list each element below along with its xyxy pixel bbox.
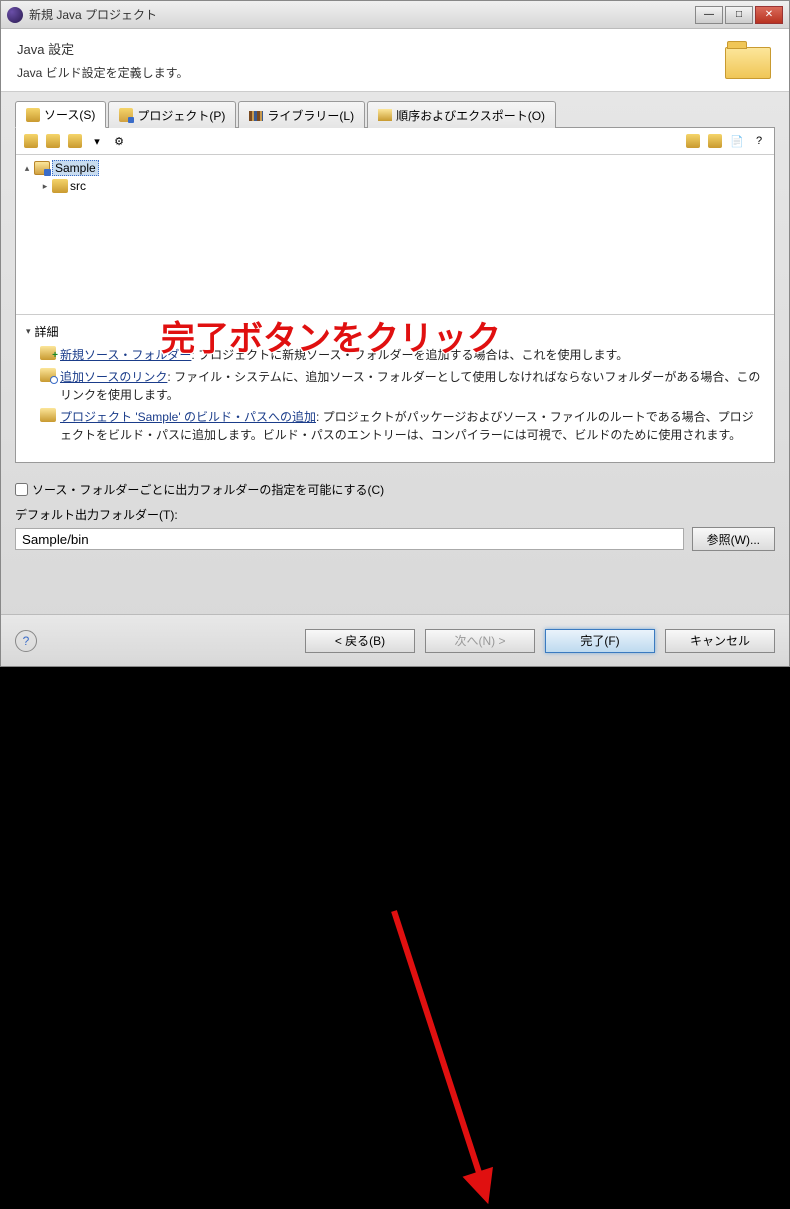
detail-link-add-buildpath: プロジェクト 'Sample' のビルド・パスへの追加: プロジェクトがパッケー… xyxy=(40,408,764,444)
folder-icon xyxy=(24,134,38,148)
maximize-button[interactable]: □ xyxy=(725,6,753,24)
details-section: ▾ 詳細 新規ソース・フォルダー: プロジェクトに新規ソース・フォルダーを追加す… xyxy=(16,314,774,462)
collapse-icon[interactable]: ▴ xyxy=(22,163,32,174)
back-button[interactable]: < 戻る(B) xyxy=(305,629,415,653)
new-folder-button[interactable] xyxy=(22,132,40,150)
link-add-to-buildpath[interactable]: プロジェクト 'Sample' のビルド・パスへの追加 xyxy=(60,410,316,424)
project-label: Sample xyxy=(52,160,99,176)
per-source-output-checkbox[interactable] xyxy=(15,483,28,496)
expand-icon xyxy=(686,134,700,148)
dialog-window: 新規 Java プロジェクト — □ ✕ Java 設定 Java ビルド設定を… xyxy=(0,0,790,667)
per-source-output-label: ソース・フォルダーごとに出力フォルダーの指定を可能にする(C) xyxy=(32,481,384,498)
edit-button[interactable] xyxy=(66,132,84,150)
details-header[interactable]: ▾ 詳細 xyxy=(26,323,764,340)
browse-button[interactable]: 参照(W)... xyxy=(692,527,775,551)
tab-projects[interactable]: プロジェクト(P) xyxy=(108,101,236,128)
expand-icon[interactable]: ▸ xyxy=(40,181,50,192)
tab-label: ライブラリー(L) xyxy=(267,107,354,124)
tab-label: ソース(S) xyxy=(44,106,95,123)
next-button[interactable]: 次へ(N) > xyxy=(425,629,535,653)
close-button[interactable]: ✕ xyxy=(755,6,783,24)
wizard-footer: ? < 戻る(B) 次へ(N) > 完了(F) キャンセル xyxy=(1,614,789,666)
detail-link-add-source: 追加ソースのリンク: ファイル・システムに、追加ソース・フォルダーとして使用しな… xyxy=(40,368,764,404)
wizard-header: Java 設定 Java ビルド設定を定義します。 xyxy=(1,29,789,92)
src-label: src xyxy=(70,179,86,193)
order-icon xyxy=(378,109,392,121)
src-folder-icon xyxy=(52,179,68,193)
collapse-icon: ▾ xyxy=(26,326,31,337)
expand-button[interactable] xyxy=(684,132,702,150)
page-desc: Java ビルド設定を定義します。 xyxy=(17,64,725,81)
minimize-button[interactable]: — xyxy=(695,6,723,24)
wizard-body: ソース(S) プロジェクト(P) ライブラリー(L) 順序およびエクスポート(O… xyxy=(1,92,789,471)
window-title: 新規 Java プロジェクト xyxy=(29,6,695,23)
tree-project[interactable]: ▴ Sample xyxy=(22,159,768,177)
lower-section: ソース・フォルダーごとに出力フォルダーの指定を可能にする(C) デフォルト出力フ… xyxy=(1,471,789,561)
titlebar: 新規 Java プロジェクト — □ ✕ xyxy=(1,1,789,29)
edit-icon xyxy=(68,134,82,148)
collapse-button[interactable] xyxy=(706,132,724,150)
link-add-source-link[interactable]: 追加ソースのリンク xyxy=(60,370,167,384)
link-folder-button[interactable] xyxy=(44,132,62,150)
project-icon xyxy=(34,161,50,175)
tab-source[interactable]: ソース(S) xyxy=(15,101,106,128)
output-button[interactable]: ⚙ xyxy=(110,132,128,150)
buildpath-icon xyxy=(40,408,56,422)
tab-order[interactable]: 順序およびエクスポート(O) xyxy=(367,101,556,128)
default-output-field[interactable] xyxy=(15,528,684,550)
folder-icon xyxy=(725,39,773,79)
link-folder-icon xyxy=(46,134,60,148)
new-source-icon xyxy=(40,346,56,360)
eclipse-icon xyxy=(7,7,23,23)
tabs: ソース(S) プロジェクト(P) ライブラリー(L) 順序およびエクスポート(O… xyxy=(15,100,775,128)
tab-label: 順序およびエクスポート(O) xyxy=(396,107,545,124)
cancel-button[interactable]: キャンセル xyxy=(665,629,775,653)
source-icon xyxy=(26,108,40,122)
tab-panel: ▾ ⚙ 📄 ? ▴ Sample ▸ src xyxy=(15,128,775,463)
page-title: Java 設定 xyxy=(17,39,725,58)
help-icon[interactable]: ? xyxy=(15,630,37,652)
libraries-icon xyxy=(249,111,263,121)
source-tree[interactable]: ▴ Sample ▸ src xyxy=(16,154,774,314)
projects-icon xyxy=(119,108,133,122)
tab-label: プロジェクト(P) xyxy=(137,107,225,124)
window-buttons: — □ ✕ xyxy=(695,6,783,24)
finish-button[interactable]: 完了(F) xyxy=(545,629,655,653)
filter-button[interactable]: ▾ xyxy=(88,132,106,150)
toolbar: ▾ ⚙ 📄 ? xyxy=(16,128,774,154)
default-output-label: デフォルト出力フォルダー(T): xyxy=(15,506,775,523)
link-new-source-folder[interactable]: 新規ソース・フォルダー xyxy=(60,348,191,362)
link-source-icon xyxy=(40,368,56,382)
details-title: 詳細 xyxy=(35,323,59,340)
collapse-icon xyxy=(708,134,722,148)
per-source-output-row: ソース・フォルダーごとに出力フォルダーの指定を可能にする(C) xyxy=(15,481,775,498)
help-button[interactable]: ? xyxy=(750,132,768,150)
tree-src[interactable]: ▸ src xyxy=(40,177,768,195)
default-output-row: 参照(W)... xyxy=(15,527,775,551)
tab-libraries[interactable]: ライブラリー(L) xyxy=(238,101,365,128)
show-button[interactable]: 📄 xyxy=(728,132,746,150)
detail-link-new-source: 新規ソース・フォルダー: プロジェクトに新規ソース・フォルダーを追加する場合は、… xyxy=(40,346,764,364)
